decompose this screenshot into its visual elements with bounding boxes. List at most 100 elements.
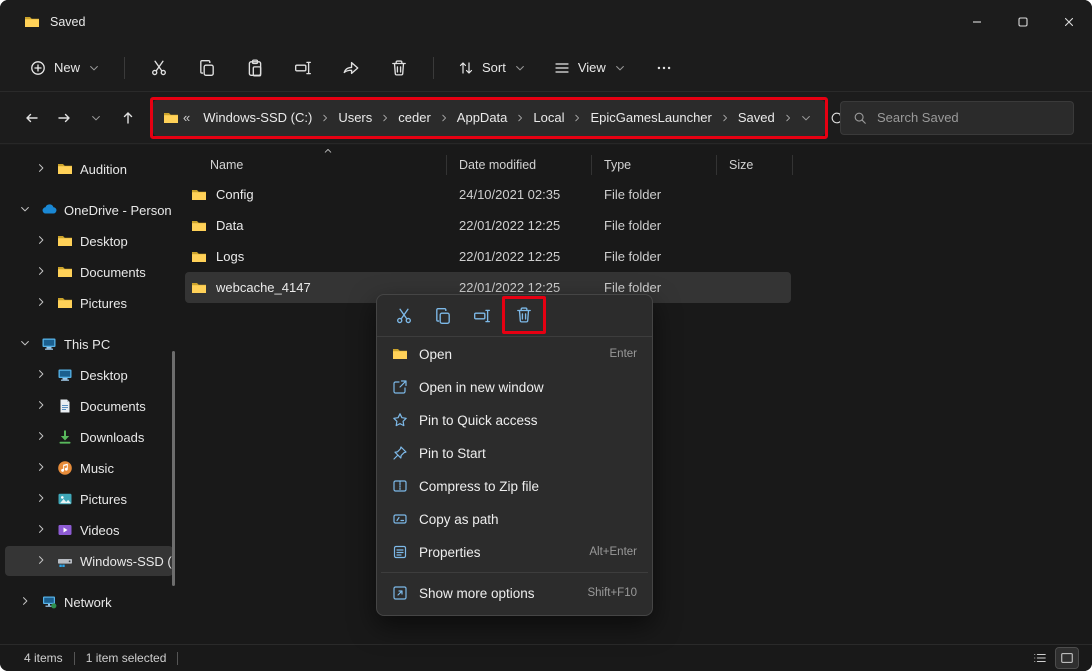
- column-header-name[interactable]: Name: [185, 154, 447, 175]
- chevron-right-icon[interactable]: [35, 554, 50, 569]
- search-icon: [853, 111, 867, 125]
- chevron-right-icon[interactable]: [35, 461, 50, 476]
- chevron-right-icon[interactable]: [35, 296, 50, 311]
- menu-item-open-new-window[interactable]: Open in new window: [382, 371, 647, 403]
- menu-item-open[interactable]: Open Enter: [382, 338, 647, 370]
- sidebar-item-network[interactable]: Network: [5, 587, 173, 617]
- network-icon: [41, 594, 57, 610]
- breadcrumb-drive[interactable]: Windows-SSD (C:): [196, 106, 319, 129]
- sidebar-item-documents[interactable]: Documents: [5, 391, 173, 421]
- pictures-icon: [57, 491, 73, 507]
- breadcrumb-users[interactable]: Users: [331, 106, 379, 129]
- breadcrumb-saved[interactable]: Saved: [731, 106, 782, 129]
- sidebar-item-downloads[interactable]: Downloads: [5, 422, 173, 452]
- context-rename-button[interactable]: [463, 300, 501, 332]
- sidebar-item-onedrive-pictures[interactable]: Pictures: [5, 288, 173, 318]
- menu-item-copy-path[interactable]: Copy as path: [382, 503, 647, 535]
- up-button[interactable]: [112, 101, 144, 135]
- sidebar-item-pictures[interactable]: Pictures: [5, 484, 173, 514]
- sidebar-item-onedrive-desktop[interactable]: Desktop: [5, 226, 173, 256]
- see-more-button[interactable]: [642, 50, 686, 86]
- close-button[interactable]: [1046, 0, 1092, 44]
- sidebar-item-windows-ssd[interactable]: Windows-SSD (C:: [5, 546, 173, 576]
- search-box[interactable]: [840, 100, 1074, 135]
- sidebar-scrollbar[interactable]: [172, 351, 175, 586]
- column-header-size[interactable]: Size: [717, 154, 793, 175]
- address-dropdown-button[interactable]: [794, 101, 818, 135]
- sort-button[interactable]: Sort: [446, 52, 538, 84]
- chevron-right-icon[interactable]: [35, 234, 50, 249]
- recent-locations-button[interactable]: [80, 101, 112, 135]
- chevron-right-icon[interactable]: [19, 595, 34, 610]
- sidebar-item-label: Desktop: [80, 367, 128, 383]
- menu-item-compress-zip[interactable]: Compress to Zip file: [382, 470, 647, 502]
- folder-icon: [57, 233, 73, 249]
- breadcrumb-appdata[interactable]: AppData: [450, 106, 515, 129]
- chevron-right-icon[interactable]: [35, 430, 50, 445]
- menu-item-properties[interactable]: Properties Alt+Enter: [382, 536, 647, 568]
- chevron-right-icon[interactable]: [35, 399, 50, 414]
- address-bar[interactable]: « Windows-SSD (C:) Users ceder AppData L…: [153, 99, 825, 136]
- breadcrumb-epicgameslauncher[interactable]: EpicGamesLauncher: [583, 106, 718, 129]
- cut-button[interactable]: [137, 50, 181, 86]
- column-header-date-modified[interactable]: Date modified: [447, 154, 592, 175]
- menu-item-pin-quick-access[interactable]: Pin to Quick access: [382, 404, 647, 436]
- file-row-data[interactable]: Data 22/01/2022 12:25 File folder: [185, 210, 791, 241]
- chevron-right-icon: [719, 113, 731, 123]
- sidebar-item-onedrive[interactable]: OneDrive - Person: [5, 195, 173, 225]
- maximize-button[interactable]: [1000, 0, 1046, 44]
- new-button[interactable]: New: [18, 52, 112, 84]
- large-icons-view-button[interactable]: [1055, 647, 1079, 669]
- chevron-down-icon[interactable]: [19, 203, 34, 218]
- breadcrumb-ceder[interactable]: ceder: [391, 106, 438, 129]
- context-delete-button[interactable]: [505, 299, 543, 331]
- menu-item-pin-start[interactable]: Pin to Start: [382, 437, 647, 469]
- sidebar-item-videos[interactable]: Videos: [5, 515, 173, 545]
- file-row-config[interactable]: Config 24/10/2021 02:35 File folder: [185, 179, 791, 210]
- breadcrumb-local[interactable]: Local: [526, 106, 571, 129]
- chevron-right-icon: [782, 113, 794, 123]
- minimize-button[interactable]: [954, 0, 1000, 44]
- details-view-button[interactable]: [1029, 648, 1051, 668]
- downloads-icon: [57, 429, 73, 445]
- chevron-right-icon[interactable]: [35, 368, 50, 383]
- chevron-right-icon[interactable]: [35, 265, 50, 280]
- column-header-type[interactable]: Type: [592, 154, 717, 175]
- paste-button[interactable]: [233, 50, 277, 86]
- folder-icon: [57, 161, 73, 177]
- forward-button[interactable]: [48, 101, 80, 135]
- title-bar: Saved: [0, 0, 1092, 44]
- sidebar-item-this-pc[interactable]: This PC: [5, 329, 173, 359]
- sort-ascending-icon: [323, 146, 333, 156]
- breadcrumb-overflow[interactable]: «: [179, 110, 196, 125]
- sidebar-item-music[interactable]: Music: [5, 453, 173, 483]
- chevron-right-icon[interactable]: [35, 162, 50, 177]
- delete-button[interactable]: [377, 50, 421, 86]
- folder-icon: [392, 346, 408, 362]
- chevron-right-icon[interactable]: [35, 492, 50, 507]
- this-pc-icon: [41, 336, 57, 352]
- back-button[interactable]: [16, 101, 48, 135]
- status-divider: [73, 651, 75, 665]
- chevron-down-icon[interactable]: [19, 337, 34, 352]
- view-button[interactable]: View: [542, 52, 638, 84]
- chevron-down-icon: [88, 62, 100, 74]
- menu-item-show-more-options[interactable]: Show more options Shift+F10: [382, 577, 647, 609]
- sidebar-item-audition[interactable]: Audition: [5, 154, 173, 184]
- menu-item-label: Show more options: [419, 585, 535, 601]
- search-input[interactable]: [877, 110, 1061, 125]
- show-more-options-icon: [392, 585, 408, 601]
- context-copy-button[interactable]: [424, 300, 462, 332]
- share-button[interactable]: [329, 50, 373, 86]
- column-header-label: Size: [729, 157, 754, 172]
- file-row-logs[interactable]: Logs 22/01/2022 12:25 File folder: [185, 241, 791, 272]
- rename-button[interactable]: [281, 50, 325, 86]
- copy-button[interactable]: [185, 50, 229, 86]
- sidebar-item-onedrive-documents[interactable]: Documents: [5, 257, 173, 287]
- context-cut-button[interactable]: [385, 300, 423, 332]
- sidebar-item-desktop[interactable]: Desktop: [5, 360, 173, 390]
- menu-item-label: Copy as path: [419, 511, 499, 527]
- sidebar-item-label: Documents: [80, 264, 146, 280]
- chevron-right-icon[interactable]: [35, 523, 50, 538]
- sidebar-section-gap: [0, 577, 178, 586]
